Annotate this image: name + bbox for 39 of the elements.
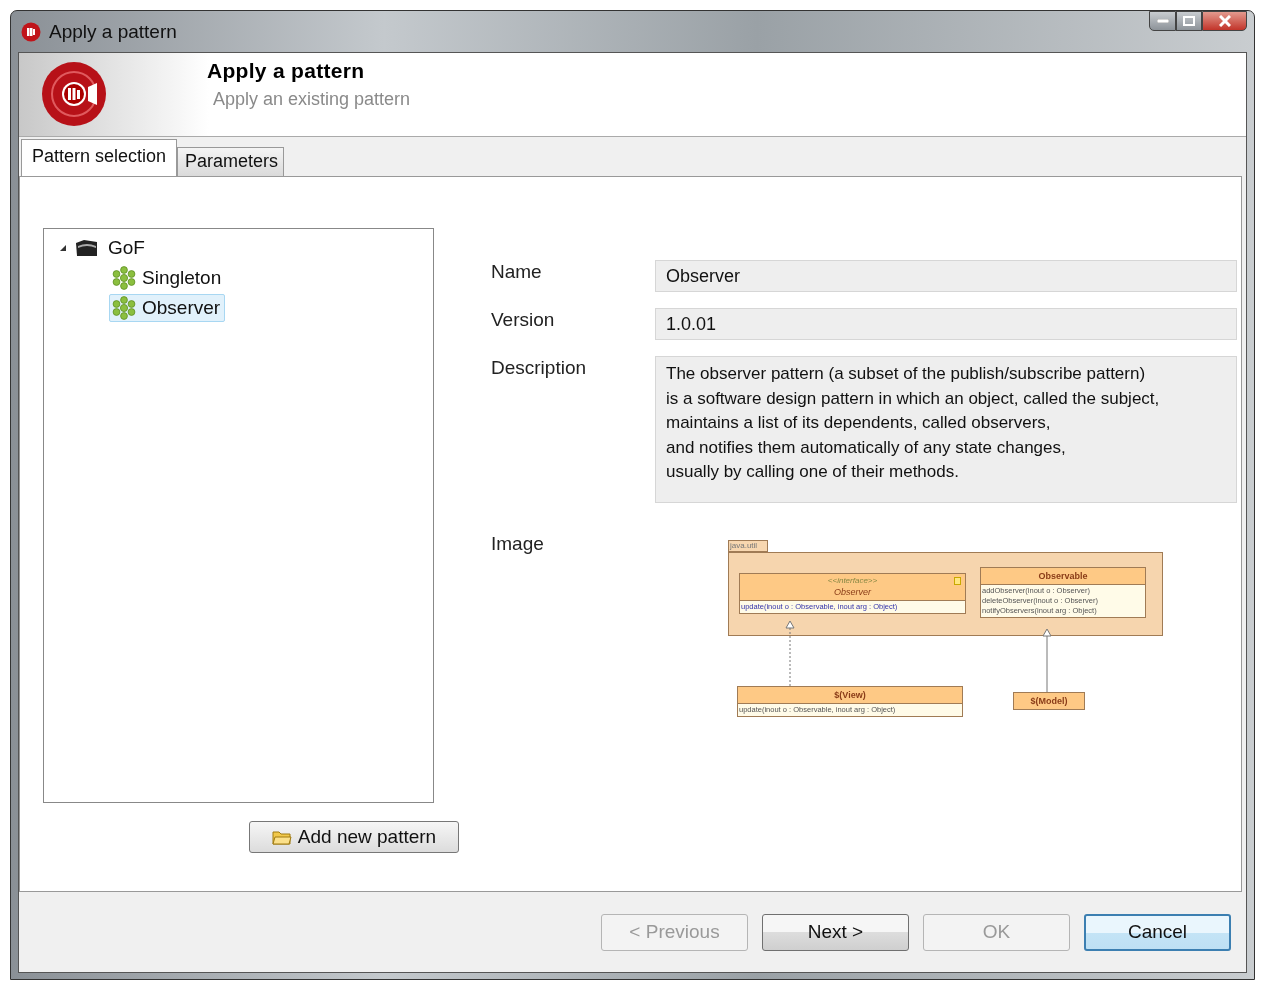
name-field[interactable]: Observer — [655, 260, 1237, 292]
folder-icon — [75, 238, 99, 258]
snowflake-icon — [112, 296, 136, 320]
header-subtitle: Apply an existing pattern — [213, 89, 411, 110]
class-name: Observable — [1038, 570, 1088, 582]
wizard-button[interactable]: Next > — [762, 913, 909, 951]
class-name: Observer — [834, 586, 871, 598]
field-label: Name — [491, 260, 543, 284]
class-name: $(View) — [834, 689, 866, 701]
maximize-icon — [1183, 16, 1195, 26]
tree-item[interactable]: Singleton — [109, 264, 227, 292]
wizard-button[interactable]: Cancel — [1084, 913, 1231, 951]
realization-arrow — [785, 620, 795, 687]
tree-item[interactable]: Observer — [109, 294, 226, 322]
tab[interactable]: Pattern selection — [21, 139, 178, 176]
close-button[interactable] — [1202, 11, 1247, 31]
expanded-arrow-icon[interactable] — [59, 244, 67, 252]
app-logo-icon — [21, 21, 41, 42]
close-icon — [1218, 15, 1231, 27]
header-title: Apply a pattern — [207, 59, 366, 83]
field-label: Description — [491, 356, 588, 380]
folder-icon — [271, 829, 292, 845]
interface-icon — [954, 577, 961, 585]
version-field[interactable]: 1.0.01 — [655, 308, 1237, 340]
window-title: Apply a pattern — [49, 20, 177, 43]
class-name: $(Model) — [1030, 695, 1068, 707]
add-new-pattern-button[interactable]: Add new pattern — [249, 821, 459, 853]
class-stereotype: <<interface>> — [827, 576, 878, 586]
tree-item[interactable]: GoF — [105, 236, 148, 260]
field-label: Image — [491, 532, 545, 556]
inheritance-arrow — [1042, 628, 1052, 693]
minimize-icon — [1156, 19, 1169, 23]
minimize-button[interactable] — [1149, 11, 1176, 31]
maximize-button[interactable] — [1176, 11, 1202, 31]
snowflake-icon — [112, 266, 136, 290]
field-label: Version — [491, 308, 556, 332]
logo-icon — [41, 61, 107, 127]
tab[interactable]: Parameters — [177, 147, 285, 176]
description-field[interactable]: The observer pattern (a subset of the publish/subscribe pattern) is a software design pattern in which an object, called the subject, maintains a list of its dependents, called observers, and notifies them automatically of any state changes, usually by calling one of their methods. — [655, 356, 1237, 503]
